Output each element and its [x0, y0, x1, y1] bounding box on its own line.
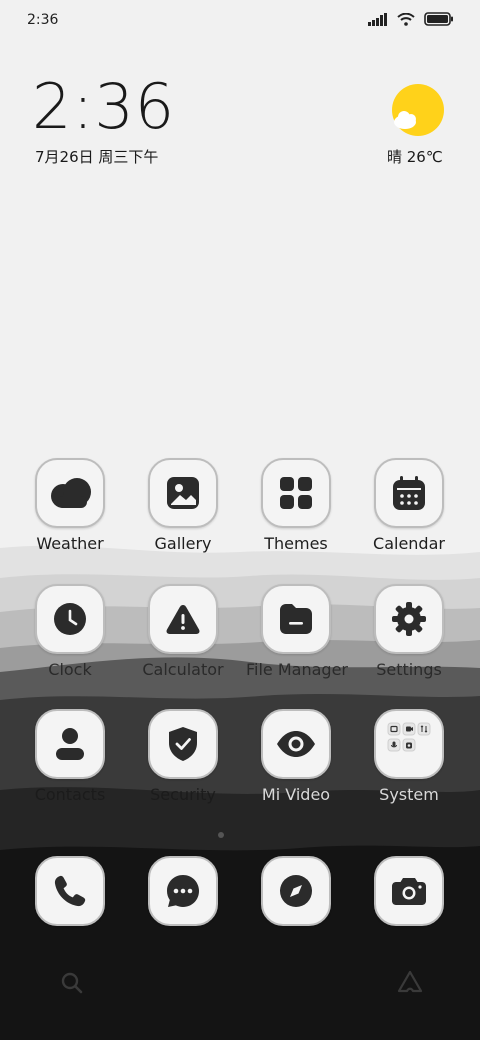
- app-label: File Manager: [246, 660, 348, 679]
- app-calculator[interactable]: Calculator: [133, 584, 233, 679]
- clock-icon: [35, 584, 105, 654]
- weather-summary: 晴 26℃: [387, 148, 443, 166]
- status-bar: 2:36: [0, 0, 480, 42]
- battery-icon: [424, 12, 454, 26]
- app-label: Weather: [36, 534, 104, 553]
- camera-icon: [374, 856, 444, 926]
- app-label: Security: [150, 785, 216, 804]
- app-label: System: [379, 785, 439, 804]
- sun-cloud-icon[interactable]: [392, 84, 444, 136]
- compass-icon: [261, 856, 331, 926]
- search-icon[interactable]: [60, 971, 84, 995]
- assistant-icon[interactable]: [396, 970, 424, 994]
- app-security[interactable]: Security: [133, 709, 233, 804]
- app-file-manager[interactable]: File Manager: [246, 584, 348, 679]
- app-label: Contacts: [34, 785, 106, 804]
- page-dot[interactable]: [218, 832, 224, 838]
- app-weather[interactable]: Weather: [20, 458, 120, 553]
- folder-icon: [261, 584, 331, 654]
- status-time: 2:36: [27, 12, 59, 28]
- folder-grid-icon: [374, 709, 444, 779]
- app-contacts[interactable]: Contacts: [20, 709, 120, 804]
- calendar-icon: [374, 458, 444, 528]
- app-label: Calendar: [373, 534, 445, 553]
- app-label: Calculator: [142, 660, 224, 679]
- app-clock[interactable]: Clock: [20, 584, 120, 679]
- gear-icon: [374, 584, 444, 654]
- dock-phone[interactable]: [20, 856, 120, 926]
- signal-icon: [368, 12, 388, 26]
- app-settings[interactable]: Settings: [359, 584, 459, 679]
- clock-widget-time[interactable]: 2:36: [32, 76, 175, 138]
- app-mi-video[interactable]: Mi Video: [246, 709, 346, 804]
- phone-icon: [35, 856, 105, 926]
- gallery-icon: [148, 458, 218, 528]
- weather-cloud-icon: [35, 458, 105, 528]
- shield-check-icon: [148, 709, 218, 779]
- app-label: Gallery: [154, 534, 212, 553]
- app-label: Themes: [264, 534, 328, 553]
- dock-messages[interactable]: [133, 856, 233, 926]
- eye-icon: [261, 709, 331, 779]
- app-calendar[interactable]: Calendar: [359, 458, 459, 553]
- dock-browser[interactable]: [246, 856, 346, 926]
- message-icon: [148, 856, 218, 926]
- app-gallery[interactable]: Gallery: [133, 458, 233, 553]
- app-label: Clock: [48, 660, 92, 679]
- app-label: Mi Video: [261, 785, 331, 804]
- dock-camera[interactable]: [359, 856, 459, 926]
- person-icon: [35, 709, 105, 779]
- page-indicator: [218, 832, 236, 838]
- themes-grid-icon: [261, 458, 331, 528]
- wifi-icon: [397, 12, 415, 26]
- app-system-folder[interactable]: System: [359, 709, 459, 804]
- warning-triangle-icon: [148, 584, 218, 654]
- clock-widget-date: 7月26日 周三下午: [35, 148, 159, 166]
- app-themes[interactable]: Themes: [246, 458, 346, 553]
- app-label: Settings: [376, 660, 442, 679]
